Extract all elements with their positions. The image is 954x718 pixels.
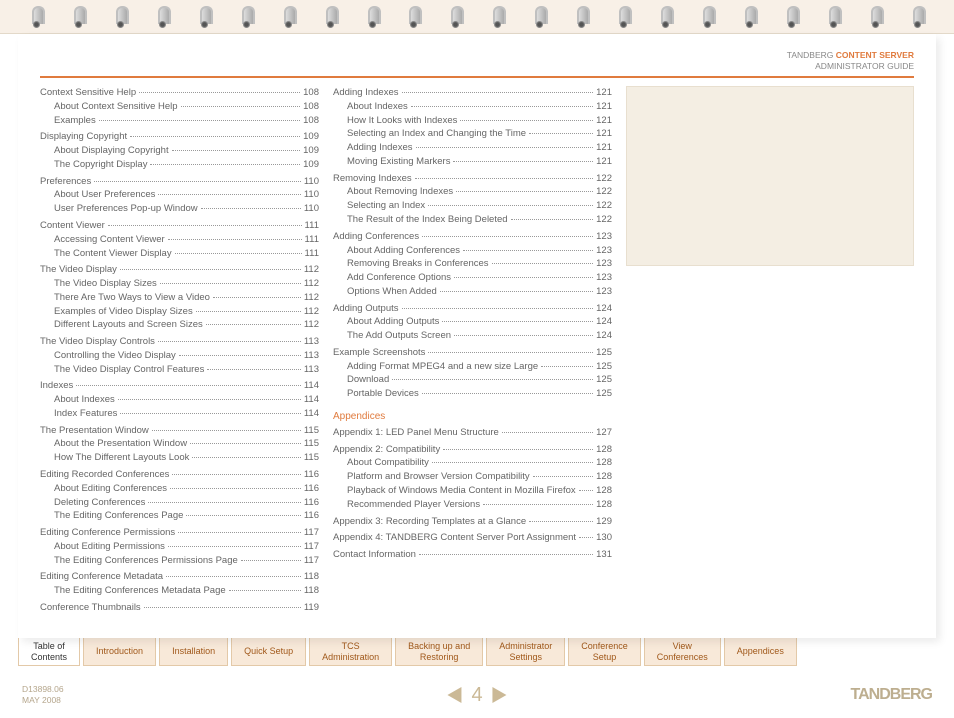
toc-entry[interactable]: Options When Added123 [333, 285, 612, 299]
tab-table-of[interactable]: Table ofContents [18, 638, 80, 666]
toc-entry[interactable]: Displaying Copyright109 [40, 130, 319, 144]
page-header: TANDBERG CONTENT SERVER ADMINISTRATOR GU… [40, 50, 914, 72]
toc-entry[interactable]: Selecting an Index and Changing the Time… [333, 127, 612, 141]
toc-entry[interactable]: Download125 [333, 373, 612, 387]
toc-entry[interactable]: Examples108 [40, 114, 319, 128]
sidebar-box [626, 86, 914, 266]
tab-quick-setup[interactable]: Quick Setup [231, 638, 306, 666]
toc-entry[interactable]: Examples of Video Display Sizes112 [40, 305, 319, 319]
toc-entry[interactable]: Platform and Browser Version Compatibili… [333, 470, 612, 484]
toc-entry[interactable]: Playback of Windows Media Content in Moz… [333, 484, 612, 498]
toc-entry[interactable]: About Compatibility128 [333, 456, 612, 470]
brand-logo: TANDBERG [851, 686, 932, 704]
toc-entry[interactable]: Editing Conference Metadata118 [40, 570, 319, 584]
toc-entry[interactable]: The Presentation Window115 [40, 424, 319, 438]
toc-entry[interactable]: There Are Two Ways to View a Video112 [40, 291, 319, 305]
toc-entry[interactable]: The Content Viewer Display111 [40, 247, 319, 261]
toc-entry[interactable]: The Video Display Control Features113 [40, 363, 319, 377]
toc-entry[interactable]: About Editing Permissions117 [40, 540, 319, 554]
toc-entry[interactable]: About Displaying Copyright109 [40, 144, 319, 158]
toc-entry[interactable]: About Indexes114 [40, 393, 319, 407]
toc-entry[interactable]: Contact Information131 [333, 548, 612, 562]
toc-entry[interactable]: The Editing Conferences Permissions Page… [40, 554, 319, 568]
tab-backing-up-and[interactable]: Backing up andRestoring [395, 638, 483, 666]
toc-entry[interactable]: Adding Conferences123 [333, 230, 612, 244]
doc-info: D13898.06 MAY 2008 [22, 684, 64, 706]
toc-entry[interactable]: Index Features114 [40, 407, 319, 421]
toc-entry[interactable]: Editing Recorded Conferences116 [40, 468, 319, 482]
nav-tabs: Table ofContentsIntroductionInstallation… [18, 638, 936, 666]
toc-entry[interactable]: Appendix 4: TANDBERG Content Server Port… [333, 531, 612, 545]
toc-entry[interactable]: The Video Display Controls113 [40, 335, 319, 349]
toc-entry[interactable]: Controlling the Video Display113 [40, 349, 319, 363]
toc-entry[interactable]: Preferences110 [40, 175, 319, 189]
prev-page-icon[interactable] [447, 687, 461, 703]
toc-entry[interactable]: How The Different Layouts Look115 [40, 451, 319, 465]
toc-entry[interactable]: About Editing Conferences116 [40, 482, 319, 496]
toc-entry[interactable]: About the Presentation Window115 [40, 437, 319, 451]
toc-entry[interactable]: Deleting Conferences116 [40, 496, 319, 510]
toc-entry[interactable]: Conference Thumbnails119 [40, 601, 319, 614]
toc-entry[interactable]: Add Conference Options123 [333, 271, 612, 285]
tab-installation[interactable]: Installation [159, 638, 228, 666]
toc-entry[interactable]: About Indexes121 [333, 100, 612, 114]
header-rule [40, 76, 914, 78]
toc-entry[interactable]: The Video Display112 [40, 263, 319, 277]
spiral-binding [0, 0, 954, 34]
toc-column-1: Context Sensitive Help108About Context S… [40, 86, 319, 614]
tab-view[interactable]: ViewConferences [644, 638, 721, 666]
toc-entry[interactable]: About Context Sensitive Help108 [40, 100, 319, 114]
toc-column-2: Adding Indexes121About Indexes121How It … [333, 86, 612, 614]
toc-entry[interactable]: The Video Display Sizes112 [40, 277, 319, 291]
toc-entry[interactable]: Adding Format MPEG4 and a new size Large… [333, 360, 612, 374]
footer: D13898.06 MAY 2008 4 TANDBERG [22, 684, 932, 706]
tab-administrator[interactable]: AdministratorSettings [486, 638, 565, 666]
toc-entry[interactable]: Selecting an Index122 [333, 199, 612, 213]
toc-entry[interactable]: Accessing Content Viewer111 [40, 233, 319, 247]
page-number: 4 [471, 684, 482, 707]
toc-entry[interactable]: Context Sensitive Help108 [40, 86, 319, 100]
next-page-icon[interactable] [493, 687, 507, 703]
toc-entry[interactable]: Editing Conference Permissions117 [40, 526, 319, 540]
section-heading: Appendices [333, 411, 612, 422]
toc-entry[interactable]: About Adding Outputs124 [333, 315, 612, 329]
toc-entry[interactable]: Appendix 2: Compatibility128 [333, 443, 612, 457]
toc-entry[interactable]: The Result of the Index Being Deleted122 [333, 213, 612, 227]
toc-entry[interactable]: Example Screenshots125 [333, 346, 612, 360]
toc-entry[interactable]: Moving Existing Markers121 [333, 155, 612, 169]
toc-entry[interactable]: How It Looks with Indexes121 [333, 114, 612, 128]
toc-entry[interactable]: Portable Devices125 [333, 387, 612, 401]
toc-entry[interactable]: Adding Indexes121 [333, 141, 612, 155]
toc-entry[interactable]: Removing Breaks in Conferences123 [333, 257, 612, 271]
toc-entry[interactable]: The Editing Conferences Page116 [40, 509, 319, 523]
toc-entry[interactable]: The Editing Conferences Metadata Page118 [40, 584, 319, 598]
toc-entry[interactable]: The Copyright Display109 [40, 158, 319, 172]
toc-entry[interactable]: Adding Outputs124 [333, 302, 612, 316]
toc-entry[interactable]: Appendix 1: LED Panel Menu Structure127 [333, 426, 612, 440]
toc-entry[interactable]: Different Layouts and Screen Sizes112 [40, 318, 319, 332]
toc-entry[interactable]: Recommended Player Versions128 [333, 498, 612, 512]
tab-appendices[interactable]: Appendices [724, 638, 797, 666]
toc-entry[interactable]: Content Viewer111 [40, 219, 319, 233]
toc-entry[interactable]: Indexes114 [40, 379, 319, 393]
toc-entry[interactable]: The Add Outputs Screen124 [333, 329, 612, 343]
toc-entry[interactable]: Removing Indexes122 [333, 172, 612, 186]
tab-conference[interactable]: ConferenceSetup [568, 638, 641, 666]
page-body: TANDBERG CONTENT SERVER ADMINISTRATOR GU… [18, 34, 936, 638]
tab-introduction[interactable]: Introduction [83, 638, 156, 666]
tab-tcs[interactable]: TCSAdministration [309, 638, 392, 666]
toc-entry[interactable]: Appendix 3: Recording Templates at a Gla… [333, 515, 612, 529]
toc-entry[interactable]: User Preferences Pop-up Window110 [40, 202, 319, 216]
toc-entry[interactable]: Adding Indexes121 [333, 86, 612, 100]
toc-entry[interactable]: About Removing Indexes122 [333, 185, 612, 199]
toc-entry[interactable]: About Adding Conferences123 [333, 244, 612, 258]
pager: 4 [447, 684, 506, 707]
toc-entry[interactable]: About User Preferences110 [40, 188, 319, 202]
